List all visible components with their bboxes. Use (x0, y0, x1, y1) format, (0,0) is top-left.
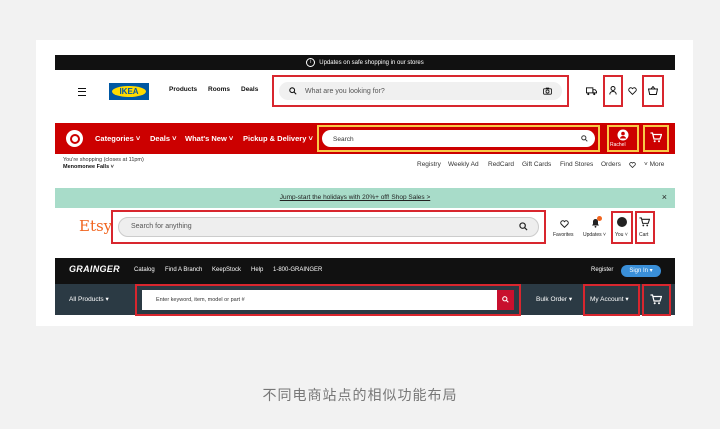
nav-categories[interactable]: Categories ˅ (95, 134, 140, 143)
nav-rooms[interactable]: Rooms (208, 86, 230, 93)
search-input[interactable]: Search for anything (118, 217, 539, 237)
search-placeholder: Enter keyword, item, model or part # (156, 297, 245, 303)
notification-dot (597, 216, 602, 221)
nav-deals[interactable]: Deals ˅ (150, 134, 176, 143)
ikea-search-bar[interactable]: What are you looking for? (272, 75, 569, 107)
all-products-menu[interactable]: All Products ▾ (69, 295, 109, 303)
nav-products[interactable]: Products (169, 86, 197, 93)
nav-deals[interactable]: Deals (241, 86, 258, 93)
link-registry[interactable]: Registry (417, 161, 441, 168)
nav-find-branch[interactable]: Find A Branch (165, 267, 202, 273)
signin-button[interactable]: Sign In ▾ (621, 265, 661, 277)
bulk-order-menu[interactable]: Bulk Order ▾ (536, 295, 572, 303)
heart-icon[interactable] (628, 87, 637, 95)
close-icon[interactable]: × (662, 192, 667, 202)
target-cart-button[interactable] (643, 125, 669, 152)
ikea-account-button[interactable] (603, 75, 623, 107)
etsy-cart-button[interactable]: Cart (635, 211, 655, 244)
nav-help[interactable]: Help (251, 267, 263, 273)
account-icon (609, 86, 617, 95)
account-name: Rachel (610, 142, 626, 148)
target-subheader: You're shopping (closes at 11pm) Menomon… (55, 154, 675, 176)
ikea-info-banner[interactable]: i Updates on safe shopping in our stores (55, 55, 675, 70)
phone-link[interactable]: 1-800-GRAINGER (273, 267, 322, 273)
etsy-logo[interactable]: Etsy (79, 217, 112, 235)
register-link[interactable]: Register (591, 267, 613, 273)
nav-keepstock[interactable]: KeepStock (212, 267, 241, 273)
ikea-cart-button[interactable] (642, 75, 664, 107)
search-input[interactable]: Search (322, 130, 595, 147)
grainger-logo[interactable]: GRAINGER (69, 264, 120, 274)
favorites-label: Favorites (553, 232, 574, 238)
cart-icon (639, 217, 650, 227)
menu-icon[interactable] (78, 88, 86, 96)
store-selector[interactable]: Menomonee Falls ˅ (63, 164, 114, 170)
etsy-promo-banner: Jump-start the holidays with 20%+ off! S… (55, 188, 675, 208)
truck-icon[interactable] (586, 87, 597, 96)
you-label: You ˅ (615, 232, 628, 238)
search-icon (289, 87, 297, 95)
link-find-stores[interactable]: Find Stores (560, 161, 593, 168)
target-header: Categories ˅ Deals ˅ What's New ˅ Pickup… (55, 123, 675, 154)
figure-caption: 不同电商站点的相似功能布局 (262, 387, 458, 403)
search-input[interactable]: Enter keyword, item, model or part # (142, 290, 497, 310)
info-icon: i (306, 58, 316, 67)
search-placeholder: Search for anything (131, 223, 192, 230)
link-redcard[interactable]: RedCard (488, 161, 514, 168)
grainger-cart-button[interactable] (642, 284, 671, 316)
avatar (617, 217, 627, 227)
updates-label: Updates ˅ (583, 232, 606, 238)
search-icon (502, 296, 509, 303)
target-search-bar[interactable]: Search (317, 125, 600, 152)
link-more[interactable]: ˅ More (644, 161, 664, 168)
search-placeholder: Search (333, 136, 354, 143)
cart-label: Cart (639, 232, 649, 238)
etsy-search-bar[interactable]: Search for anything (111, 210, 546, 244)
search-button[interactable] (497, 290, 514, 310)
link-weekly-ad[interactable]: Weekly Ad (448, 161, 479, 168)
my-account-label: My Account ▾ (590, 296, 629, 303)
search-icon[interactable] (519, 222, 528, 231)
grainger-search[interactable]: Enter keyword, item, model or part # (135, 284, 521, 316)
favorites-button[interactable]: Favorites (551, 214, 577, 240)
basket-icon (648, 86, 658, 95)
ikea-banner-text: Updates on safe shopping in our stores (319, 59, 424, 66)
link-gift-cards[interactable]: Gift Cards (522, 161, 551, 168)
search-input[interactable]: What are you looking for? (279, 82, 562, 100)
promo-link[interactable]: Jump-start the holidays with 20%+ off! S… (55, 194, 655, 201)
target-account-button[interactable]: Rachel (607, 125, 639, 152)
nav-whats-new[interactable]: What's New ˅ (185, 134, 233, 143)
search-placeholder: What are you looking for? (305, 88, 385, 95)
heart-icon (560, 220, 569, 228)
etsy-header: Etsy Search for anything Favorites Updat… (55, 208, 675, 244)
cart-icon (650, 132, 662, 143)
search-icon (581, 135, 588, 142)
my-account-menu[interactable]: My Account ▾ (583, 284, 640, 316)
link-orders[interactable]: Orders (601, 161, 621, 168)
updates-button[interactable]: Updates ˅ (581, 214, 609, 240)
store-status: You're shopping (closes at 11pm) (63, 157, 144, 163)
grainger-search-bar: All Products ▾ Enter keyword, item, mode… (55, 284, 675, 316)
camera-icon[interactable] (543, 87, 552, 95)
ikea-header: IKEA Products Rooms Deals What are you l… (55, 72, 675, 112)
grainger-top-bar: GRAINGER Catalog Find A Branch KeepStock… (55, 258, 675, 284)
ikea-logo[interactable]: IKEA (109, 83, 149, 100)
account-icon (617, 129, 629, 141)
heart-icon[interactable] (629, 162, 636, 168)
etsy-you-button[interactable]: You ˅ (611, 211, 633, 244)
target-logo[interactable] (66, 130, 83, 147)
cart-icon (650, 294, 662, 305)
nav-pickup-delivery[interactable]: Pickup & Delivery ˅ (243, 134, 313, 143)
nav-catalog[interactable]: Catalog (134, 267, 155, 273)
